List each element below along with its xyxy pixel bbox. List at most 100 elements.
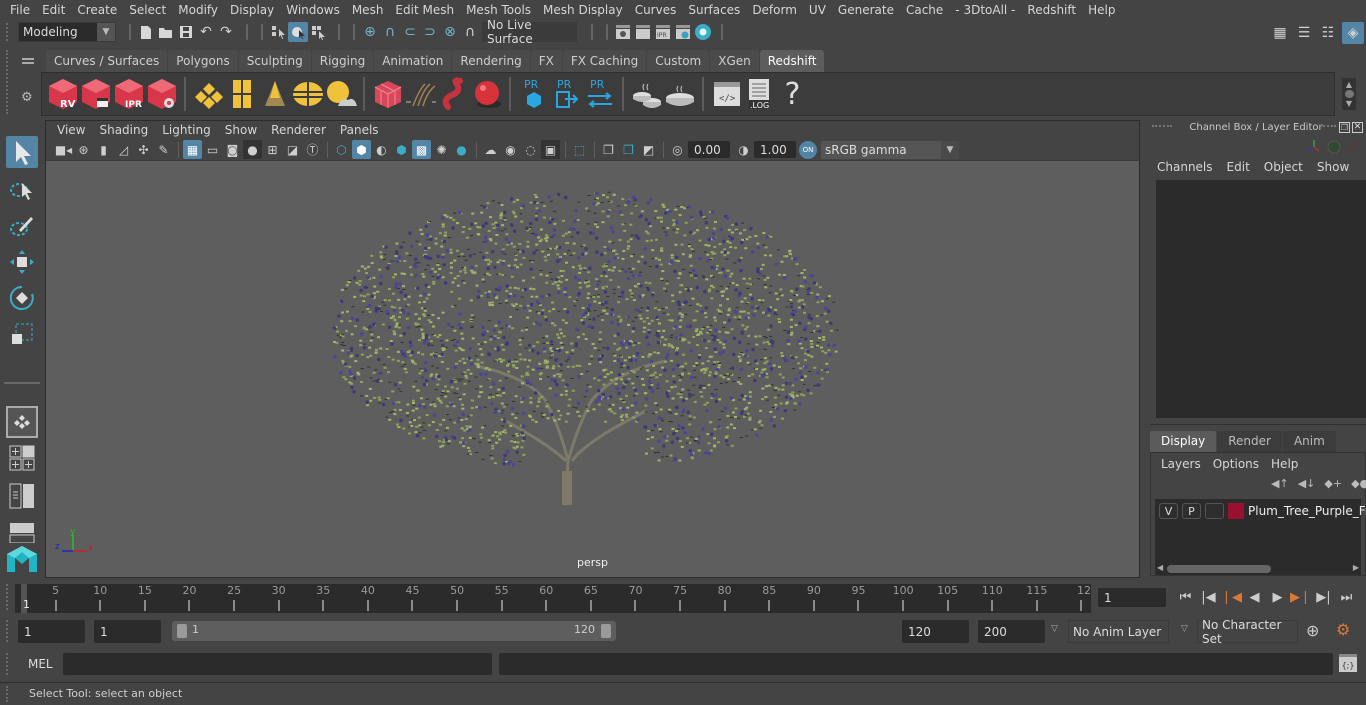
step-back-frame-icon[interactable]: ❘◀ [1220, 590, 1243, 605]
image-plane-icon[interactable]: ◿ [114, 140, 133, 159]
rs-bake-set-1-button[interactable] [630, 76, 663, 112]
rs-proxy-cube-button[interactable] [371, 76, 404, 112]
select-camera-icon[interactable]: ■◂ [54, 140, 73, 159]
rs-log-button[interactable]: .LOG [743, 76, 776, 112]
shelf-tab-animation[interactable]: Animation [374, 50, 452, 72]
save-scene-icon[interactable] [176, 22, 196, 42]
gate-mask-icon[interactable]: ● [243, 140, 262, 159]
select-by-component-icon[interactable] [308, 22, 328, 42]
menu-redshift[interactable]: Redshift [1021, 0, 1082, 20]
grip-handle[interactable] [6, 584, 10, 610]
shelf-tab-fx[interactable]: FX [530, 50, 562, 72]
layer-visibility-toggle[interactable]: V [1159, 503, 1178, 519]
grid-icon[interactable]: ▦ [183, 140, 202, 159]
shadows-icon[interactable]: ● [452, 140, 471, 159]
range-bar[interactable]: 1 120 [172, 621, 616, 641]
live-surface-field[interactable]: No Live Surface [482, 18, 577, 46]
modeling-toolkit-icon[interactable]: ▦ [1270, 23, 1290, 43]
rs-help-button[interactable]: ? [776, 76, 809, 112]
motion-blur-icon[interactable]: ◉ [501, 140, 520, 159]
snap-grid-icon[interactable]: ⊕ [360, 22, 380, 42]
channel-box-menu-edit[interactable]: Edit [1220, 160, 1257, 174]
channel-box-area[interactable] [1156, 180, 1366, 418]
current-frame-field[interactable]: 1 [1098, 588, 1166, 607]
rs-render-view-button[interactable]: RV [46, 76, 79, 112]
camera-attributes-icon[interactable]: ⊛ [74, 140, 93, 159]
menu-mesh-display[interactable]: Mesh Display [537, 0, 629, 20]
scroll-right-icon[interactable]: ▶ [1353, 563, 1359, 572]
snap-surface-icon[interactable]: ⊗ [440, 22, 460, 42]
xray-icon[interactable]: ❐ [599, 140, 618, 159]
new-layer-icon[interactable]: ◆+ [1324, 477, 1342, 490]
scroll-down-icon[interactable]: ▼ [1346, 99, 1352, 108]
scale-tool-button[interactable] [6, 318, 38, 350]
grip-handle[interactable] [6, 653, 10, 675]
scroll-left-icon[interactable]: ◀ [1157, 563, 1163, 572]
menu-3dtoall[interactable]: - 3DtoAll - [949, 0, 1021, 20]
xray-joints-icon[interactable]: ◩ [639, 140, 658, 159]
redo-icon[interactable]: ↷ [216, 22, 236, 42]
menu-deform[interactable]: Deform [746, 0, 803, 20]
character-set-dropdown[interactable]: No Character Set [1197, 618, 1298, 646]
shelf-settings-gear-icon[interactable]: ⚙ [21, 90, 33, 105]
undo-icon[interactable]: ↶ [196, 22, 216, 42]
gamma-field[interactable]: 1.00 [754, 141, 796, 158]
xray-active-components-icon[interactable]: ❐ [619, 140, 638, 159]
menu-uv[interactable]: UV [803, 0, 832, 20]
rs-spot-light-button[interactable] [258, 76, 291, 112]
bookmark-icon[interactable]: ▮ [94, 140, 113, 159]
shelf-scrollbar[interactable]: ▲ ▼ [1342, 78, 1356, 110]
play-forwards-icon[interactable]: ▶ [1266, 590, 1289, 605]
viewport-canvas[interactable]: y x z persp [46, 161, 1139, 577]
exposure-icon[interactable]: ◎ [668, 140, 687, 159]
rs-ipr-button[interactable]: IPR [112, 76, 145, 112]
rs-material-ball-button[interactable] [470, 76, 503, 112]
step-forward-key-icon[interactable]: ▶| [1312, 590, 1335, 605]
layer-menu-help[interactable]: Help [1265, 457, 1304, 471]
menu-surfaces[interactable]: Surfaces [682, 0, 746, 20]
menu-mesh[interactable]: Mesh [346, 0, 390, 20]
menu-file[interactable]: File [4, 0, 36, 20]
layer-tab-display[interactable]: Display [1150, 431, 1217, 452]
render-view-icon[interactable] [613, 22, 633, 42]
script-language-toggle[interactable]: MEL [28, 657, 53, 671]
exposure-field[interactable]: 0.00 [688, 141, 730, 158]
viewport-menu-view[interactable]: View [50, 123, 92, 137]
menu-create[interactable]: Create [71, 0, 123, 20]
paint-select-tool-button[interactable] [6, 210, 38, 242]
layer-menu-layers[interactable]: Layers [1155, 457, 1207, 471]
render-current-icon[interactable] [633, 22, 653, 42]
layer-display-type-toggle[interactable] [1205, 503, 1224, 519]
rs-proxy-export-button[interactable]: PR [550, 76, 583, 112]
command-input[interactable] [63, 653, 492, 675]
resolution-gate-icon[interactable]: ◙ [223, 140, 242, 159]
rotate-tool-button[interactable] [6, 282, 38, 314]
tool-settings-icon[interactable]: ☷ [1318, 23, 1338, 43]
layer-name[interactable]: Plum_Tree_Purple_Frui [1248, 504, 1366, 518]
viewport-menu-show[interactable]: Show [218, 123, 264, 137]
lasso-tool-button[interactable] [6, 174, 38, 206]
menu-curves[interactable]: Curves [629, 0, 683, 20]
menu-set-dropdown[interactable]: Modeling ▼ [18, 22, 116, 42]
rs-hair-button[interactable] [404, 76, 437, 112]
field-chart-icon[interactable]: ⊞ [263, 140, 282, 159]
select-tool-button[interactable] [6, 136, 38, 168]
rs-area-light-button[interactable] [225, 76, 258, 112]
color-management-toggle[interactable]: ON [799, 140, 817, 159]
layer-row[interactable]: V P Plum_Tree_Purple_Frui [1159, 503, 1366, 519]
animation-end-field[interactable]: 200 [978, 620, 1045, 643]
four-view-layout-button[interactable] [6, 442, 38, 474]
layer-list-scrollbar[interactable]: ◀ ▶ [1155, 563, 1361, 575]
channel-box-icon[interactable]: ◈ [1342, 22, 1364, 44]
rs-proxy-create-button[interactable]: PR [517, 76, 550, 112]
open-scene-icon[interactable] [156, 22, 176, 42]
shelf-tab-sculpting[interactable]: Sculpting [238, 50, 311, 72]
render-settings-icon[interactable] [673, 22, 693, 42]
viewport-menu-shading[interactable]: Shading [92, 123, 155, 137]
safe-title-icon[interactable]: Ⓣ [303, 140, 322, 159]
rs-sun-sky-button[interactable] [324, 76, 357, 112]
playback-end-field[interactable]: 120 [902, 620, 969, 643]
menu-display[interactable]: Display [224, 0, 280, 20]
go-to-end-icon[interactable]: ⏭ [1335, 590, 1358, 605]
viewport-menu-panels[interactable]: Panels [333, 123, 386, 137]
